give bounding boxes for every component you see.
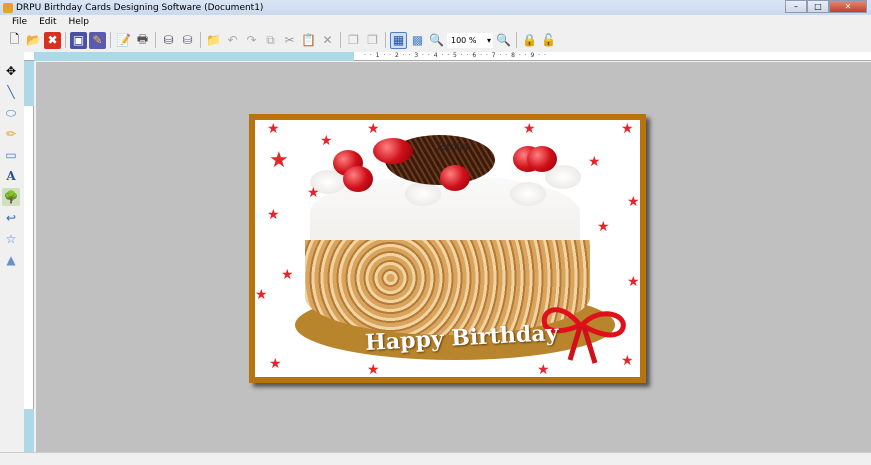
zoom-dropdown[interactable]: 100 % ▾ [447,32,493,48]
edit-icon[interactable]: 📝 [115,32,132,49]
menu-help[interactable]: Help [69,17,90,27]
ruler-marks: · · 1 · · 2 · · 3 · · 4 · · 5 · · 6 · · … [364,52,547,59]
star-decoration: ★ [537,362,550,378]
cherry [527,146,557,172]
print-icon[interactable]: 🖶 [134,32,151,49]
star-decoration: ★ [255,287,268,303]
image-icon[interactable]: 🌳 [2,188,20,206]
open-icon[interactable]: 📂 [25,32,42,49]
star-decoration: ★ [267,207,280,223]
delete-icon[interactable]: ✕ [319,32,336,49]
export-icon[interactable]: 📁 [205,32,222,49]
undo-icon[interactable]: ↶ [224,32,241,49]
title-bar: DRPU Birthday Cards Designing Software (… [0,0,871,15]
rectangle-icon[interactable]: ▭ [2,146,20,164]
birthday-card[interactable]: fotolia Happy Birthday ★ ★ ★ ★ ★ ★ ★ ★ ★… [249,114,646,383]
save-as-icon[interactable]: ✎ [89,31,106,49]
star-decoration: ★ [627,274,640,290]
menu-bar: File Edit Help [0,15,871,29]
bring-front-icon[interactable]: ❐ [345,32,362,49]
star-decoration: ★ [267,121,280,137]
star-decoration: ★ [367,362,380,378]
star-decoration: ★ [597,219,610,235]
cherry [343,166,373,192]
tools-panel: ✥ ╲ ⬭ ✏ ▭ A 🌳 ↩ ☆ ▲ [0,60,22,452]
star-decoration: ★ [307,185,320,201]
zoom-out-icon[interactable]: 🔍 [495,32,512,49]
star-decoration: ★ [320,133,333,149]
zoom-value: 100 % [451,35,477,45]
redo-icon[interactable]: ↷ [243,32,260,49]
horizontal-ruler: · · 1 · · 2 · · 3 · · 4 · · 5 · · 6 · · … [24,52,871,61]
triangle-icon[interactable]: ▲ [2,251,20,269]
cherry [373,138,413,164]
send-back-icon[interactable]: ❐ [364,32,381,49]
line-icon[interactable]: ╲ [2,83,20,101]
ellipse-icon[interactable]: ⬭ [2,104,20,122]
text-icon[interactable]: A [2,167,20,185]
cream-swirl [405,182,441,206]
database-icon[interactable]: ⛁ [179,32,196,49]
star-decoration: ★ [281,267,294,283]
new-icon[interactable]: 🗋 [6,32,23,49]
star-decoration: ★ [367,121,380,137]
cherry [440,165,470,191]
cut-icon[interactable]: ✂ [281,32,298,49]
chevron-down-icon: ▾ [486,35,491,45]
close-button[interactable]: ✕ [829,0,867,13]
star-decoration: ★ [588,154,601,170]
cream-swirl [510,182,546,206]
database-add-icon[interactable]: ⛁ [160,32,177,49]
zoom-in-icon[interactable]: 🔍 [428,32,445,49]
maximize-button[interactable]: □ [807,0,829,13]
menu-edit[interactable]: Edit [39,17,56,27]
star-decoration: ★ [269,148,289,173]
curve-icon[interactable]: ↩ [2,209,20,227]
star-icon[interactable]: ☆ [2,230,20,248]
copy-icon[interactable]: ⧉ [262,32,279,49]
close-doc-icon[interactable]: ✖ [44,31,61,49]
pencil-icon[interactable]: ✏ [2,125,20,143]
star-decoration: ★ [621,353,634,369]
lock-icon[interactable]: 🔒 [521,32,538,49]
save-icon[interactable]: ▣ [70,31,87,49]
pattern-icon[interactable]: ▩ [409,32,426,49]
paste-icon[interactable]: 📋 [300,32,317,49]
menu-file[interactable]: File [12,17,27,27]
grid-icon[interactable]: ▦ [390,31,407,49]
status-bar [0,452,871,465]
minimize-button[interactable]: – [785,0,807,13]
star-decoration: ★ [627,194,640,210]
window-title: DRPU Birthday Cards Designing Software (… [16,2,264,13]
star-decoration: ★ [621,121,634,137]
star-decoration: ★ [269,356,282,372]
watermark: fotolia [437,142,469,153]
vertical-ruler [24,61,34,452]
pointer-icon[interactable]: ✥ [2,62,20,80]
star-decoration: ★ [523,121,536,137]
unlock-icon[interactable]: 🔓 [540,32,557,49]
toolbar: 🗋 📂 ✖ ▣ ✎ 📝 🖶 ⛁ ⛁ 📁 ↶ ↷ ⧉ ✂ 📋 ✕ ❐ ❐ ▦ ▩ … [0,29,871,51]
app-icon [3,2,13,13]
